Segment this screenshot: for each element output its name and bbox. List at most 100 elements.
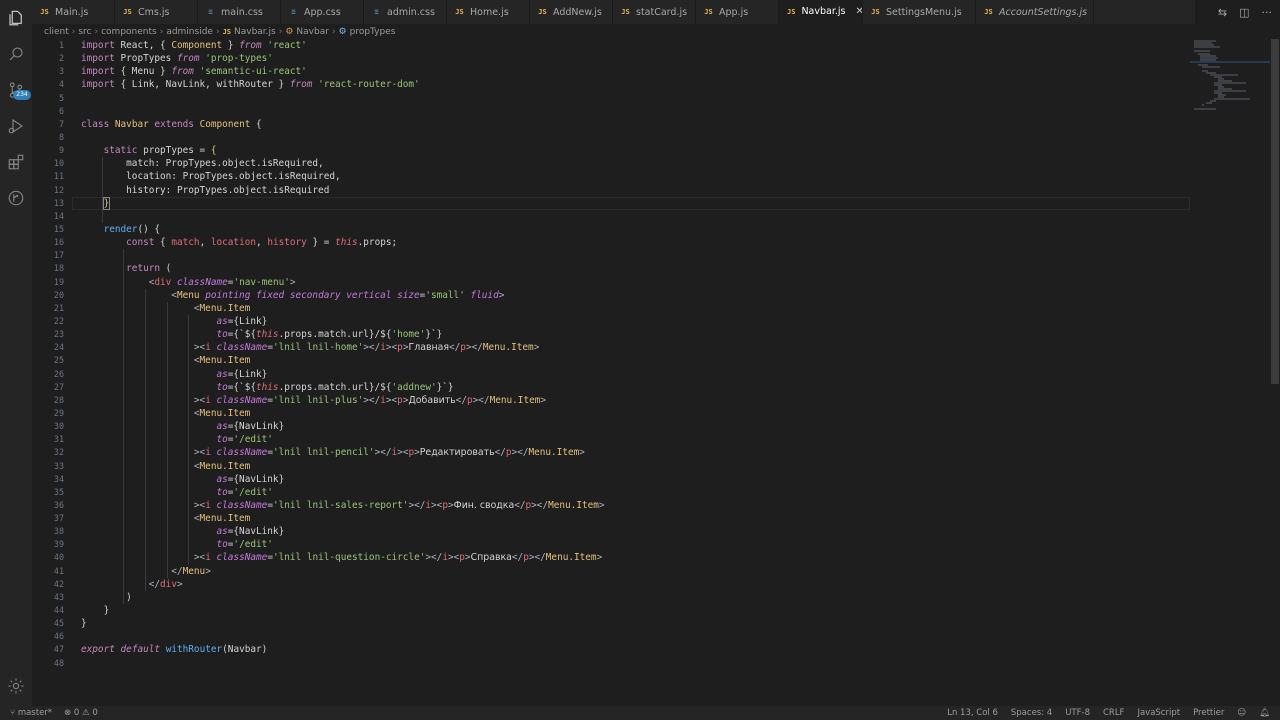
code-line: <Menu.Item [81, 407, 251, 419]
status-bar: ⑂ master* ⊗ 0 ⚠ 0 Ln 13, Col 6 Spaces: 4… [0, 706, 1280, 720]
code-line: as={Link} [216, 315, 268, 327]
tab-app-css[interactable]: ≡ App.css [281, 0, 364, 24]
breadcrumb: client › src › components › adminside › JS Na… [44, 26, 395, 38]
breadcrumb-item[interactable]: adminside [166, 27, 213, 37]
breadcrumb-item[interactable]: src [78, 27, 91, 37]
line-number: 2 [58, 53, 64, 64]
line-number: 48 [53, 657, 64, 668]
encoding-status[interactable]: UTF-8 [1065, 708, 1090, 718]
tab-main-js[interactable]: JS Main.js [32, 0, 115, 24]
tab-addnew-js[interactable]: JS AddNew.js [530, 0, 613, 24]
line-number: 45 [53, 618, 64, 629]
chevron-right-icon: › [159, 27, 164, 37]
line-number: 25 [53, 355, 64, 366]
more-actions-icon[interactable]: ··· [1262, 6, 1273, 19]
breadcrumb-item[interactable]: propTypes [350, 27, 396, 37]
code-line: as={NavLink} [216, 526, 285, 538]
problems-status[interactable]: ⊗ 0 ⚠ 0 [64, 708, 98, 718]
feedback-icon[interactable]: ☺ [1237, 708, 1246, 718]
minimap[interactable] [1190, 39, 1270, 706]
line-number: 37 [53, 513, 64, 524]
code-line: } [81, 618, 87, 630]
tab-statcard-js[interactable]: JS statCard.js [613, 0, 696, 24]
extensions-icon[interactable] [4, 150, 28, 174]
chevron-right-icon: › [278, 27, 283, 37]
eol-status[interactable]: CRLF [1103, 708, 1124, 718]
editor-tab-bar: JS Main.js JS Cms.js ≡ main.css ≡ App.css ≡ a… [32, 0, 1195, 24]
line-number: 14 [53, 210, 64, 221]
language-mode[interactable]: JavaScript [1137, 708, 1180, 718]
tab-accountsettings-js[interactable]: JS AccountSettings.js [976, 0, 1094, 24]
js-file-icon: JS [123, 8, 132, 16]
formatter-status[interactable]: Prettier [1193, 708, 1224, 718]
code-line: static propTypes = { [103, 145, 217, 157]
git-graph-icon[interactable] [4, 186, 28, 210]
code-line: <Menu.Item [81, 355, 251, 367]
js-file-icon: JS [787, 7, 796, 16]
vertical-scrollbar[interactable] [1270, 39, 1280, 706]
code-line: ><i className='lnil lnil-plus'></i><p>До… [81, 394, 547, 406]
tab-home-js[interactable]: JS Home.js [447, 0, 530, 24]
line-number: 23 [53, 329, 64, 340]
js-file-icon: JS [984, 8, 993, 16]
run-debug-icon[interactable] [4, 114, 28, 138]
tab-navbar-js[interactable]: JSNavbar.js✕ [779, 0, 863, 24]
tab-app-js[interactable]: JS App.js [696, 0, 779, 24]
line-number: 46 [53, 631, 64, 642]
warning-icon: ⚠ [82, 708, 93, 718]
chevron-right-icon: › [331, 27, 336, 37]
scrollbar-thumb[interactable] [1271, 39, 1279, 384]
code-line: </div> [81, 578, 183, 590]
line-number: 27 [53, 381, 64, 392]
compare-changes-icon[interactable]: ⇆ [1218, 6, 1227, 19]
cursor-position[interactable]: Ln 13, Col 6 [947, 708, 998, 718]
indentation-status[interactable]: Spaces: 4 [1011, 708, 1052, 718]
breadcrumb-item[interactable]: Navbar [296, 27, 329, 37]
line-number: 9 [58, 145, 64, 156]
close-tab-icon[interactable]: ✕ [855, 6, 862, 17]
search-icon[interactable] [4, 42, 28, 66]
js-file-icon: JS [40, 8, 49, 16]
git-branch-icon: ⑂ [10, 708, 18, 718]
tab-main-css[interactable]: ≡ main.css [198, 0, 281, 24]
line-number: 22 [53, 315, 64, 326]
scm-badge: 234 [13, 90, 31, 100]
css-file-icon: ≡ [291, 8, 296, 16]
css-file-icon: ≡ [374, 8, 379, 16]
notifications-bell-icon[interactable]: 🔔︎ [1259, 708, 1270, 718]
line-number: 38 [53, 526, 64, 537]
js-file-icon: JS [538, 8, 547, 16]
line-number: 44 [53, 605, 64, 616]
property-symbol-icon: ⚙ [338, 27, 347, 37]
line-number: 32 [53, 447, 64, 458]
chevron-right-icon: › [215, 27, 220, 37]
tab-admin-css[interactable]: ≡ admin.css [364, 0, 447, 24]
line-number: 17 [53, 250, 64, 261]
line-number: 36 [53, 499, 64, 510]
code-line: </Menu> [81, 565, 211, 577]
breadcrumb-item[interactable]: components [101, 27, 157, 37]
branch-status[interactable]: ⑂ master* [10, 708, 52, 718]
code-line: to='/edit' [216, 486, 273, 498]
line-number: 16 [53, 237, 64, 248]
editor-actions: ⇆ ◫ ··· [1218, 0, 1272, 24]
line-number: 47 [53, 644, 64, 655]
line-number: 12 [53, 184, 64, 195]
line-number: 39 [53, 539, 64, 550]
code-line: to={`${this.props.match.url}/${'home'}`} [216, 329, 443, 341]
explorer-icon[interactable] [4, 6, 28, 30]
line-number: 43 [53, 591, 64, 602]
tab-cms-js[interactable]: JS Cms.js [115, 0, 198, 24]
line-number: 33 [53, 460, 64, 471]
tab-settingsmenu-js[interactable]: JS SettingsMenu.js [863, 0, 976, 24]
settings-gear-icon[interactable] [4, 674, 28, 698]
split-editor-icon[interactable]: ◫ [1239, 6, 1249, 19]
breadcrumb-item[interactable]: Navbar.js [234, 27, 276, 37]
code-editor[interactable]: 1 2 3 4 5 6 7 8 9 10 11 12 13 14 15 16 17 18 19 20 21 22 23 24 2… [32, 39, 1190, 706]
breadcrumb-item[interactable]: client [44, 27, 69, 37]
js-file-icon: JS [621, 8, 630, 16]
